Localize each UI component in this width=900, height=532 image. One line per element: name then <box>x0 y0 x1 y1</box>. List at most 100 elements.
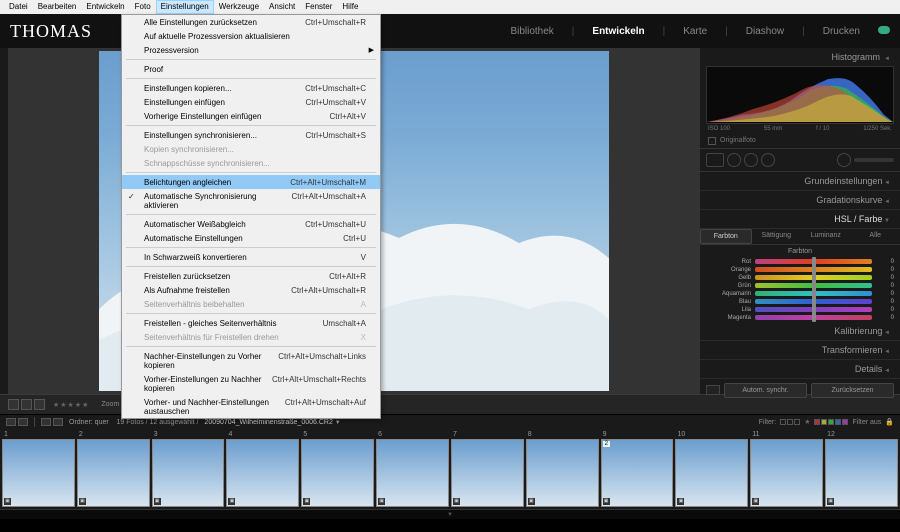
thumbnail-image[interactable]: ▣ <box>526 439 599 507</box>
filmstrip[interactable]: 1▣2▣3▣4▣5▣6▣7▣8▣9▣210▣11▣12▣ <box>0 429 900 509</box>
thumbnail-slot[interactable]: 10▣ <box>675 431 748 507</box>
thumbnail-image[interactable]: ▣ <box>825 439 898 507</box>
filter-lock-icon[interactable]: 🔒 <box>885 418 894 426</box>
hue-slider[interactable] <box>755 299 872 304</box>
thumbnail-slot[interactable]: 5▣ <box>301 431 374 507</box>
hsl-tab-sättigung[interactable]: Sättigung <box>752 229 802 244</box>
sync-switch-icon[interactable] <box>706 385 720 395</box>
menu-item[interactable]: Automatische EinstellungenCtrl+U <box>122 231 380 245</box>
thumbnail-slot[interactable]: 9▣2 <box>601 431 674 507</box>
color-filter-green[interactable] <box>828 419 834 425</box>
menu-einstellungen[interactable]: Einstellungen <box>156 0 214 14</box>
panel-basic[interactable]: Grundeinstellungen <box>700 172 900 191</box>
thumbnail-slot[interactable]: 11▣ <box>750 431 823 507</box>
redeye-tool-icon[interactable] <box>744 153 758 167</box>
hue-value[interactable]: 0 <box>876 307 894 313</box>
hue-slider[interactable] <box>755 259 872 264</box>
reset-button[interactable]: Zurücksetzen <box>811 383 894 398</box>
menu-item[interactable]: Einstellungen kopieren...Ctrl+Umschalt+C <box>122 81 380 95</box>
menu-fenster[interactable]: Fenster <box>300 0 337 14</box>
hue-value[interactable]: 0 <box>876 315 894 321</box>
before-after-icon[interactable] <box>21 399 32 410</box>
left-panel-collapsed[interactable] <box>0 48 8 394</box>
thumbnail-image[interactable]: ▣ <box>451 439 524 507</box>
module-entwickeln[interactable]: Entwickeln <box>586 26 650 37</box>
second-window-icon[interactable] <box>6 418 16 426</box>
hsl-tab-farbton[interactable]: Farbton <box>700 229 752 244</box>
thumbnail-slot[interactable]: 12▣ <box>825 431 898 507</box>
menu-bearbeiten[interactable]: Bearbeiten <box>33 0 82 14</box>
menu-item[interactable]: Freistellen zurücksetzenCtrl+Alt+R <box>122 269 380 283</box>
auto-sync-button[interactable]: Autom. synchr. <box>724 383 807 398</box>
flag-filter-icon[interactable] <box>787 419 793 425</box>
hsl-tab-alle[interactable]: Alle <box>851 229 900 244</box>
menu-item[interactable]: Proof <box>122 62 380 76</box>
flag-filter-icon[interactable] <box>780 419 786 425</box>
hue-slider[interactable] <box>755 275 872 280</box>
menu-datei[interactable]: Datei <box>4 0 33 14</box>
mask-tool-icon[interactable] <box>761 153 775 167</box>
thumbnail-image[interactable]: ▣ <box>2 439 75 507</box>
compare-icon[interactable] <box>34 399 45 410</box>
module-diashow[interactable]: Diashow <box>740 26 790 37</box>
menu-foto[interactable]: Foto <box>130 0 156 14</box>
hue-value[interactable]: 0 <box>876 283 894 289</box>
hue-value[interactable]: 0 <box>876 267 894 273</box>
hue-slider[interactable] <box>755 267 872 272</box>
hue-value[interactable]: 0 <box>876 259 894 265</box>
menu-item[interactable]: ✓Automatische Synchronisierung aktiviere… <box>122 189 380 212</box>
color-filter-yellow[interactable] <box>821 419 827 425</box>
hue-value[interactable]: 0 <box>876 299 894 305</box>
nav-fwd-icon[interactable] <box>53 418 63 426</box>
module-karte[interactable]: Karte <box>677 26 713 37</box>
thumbnail-image[interactable]: ▣ <box>675 439 748 507</box>
menu-item[interactable]: Vorher-Einstellungen zu Nachher kopieren… <box>122 372 380 395</box>
loupe-view-icon[interactable] <box>8 399 19 410</box>
color-filter-blue[interactable] <box>835 419 841 425</box>
hue-slider[interactable] <box>755 283 872 288</box>
thumbnail-image[interactable]: ▣ <box>301 439 374 507</box>
filter-off-label[interactable]: Filter aus <box>852 419 881 426</box>
thumbnail-slot[interactable]: 2▣ <box>77 431 150 507</box>
thumbnail-slot[interactable]: 1▣ <box>2 431 75 507</box>
thumbnail-slot[interactable]: 3▣ <box>152 431 225 507</box>
menu-item[interactable]: In Schwarzweiß konvertierenV <box>122 250 380 264</box>
hsl-tab-luminanz[interactable]: Luminanz <box>801 229 851 244</box>
color-filter-purple[interactable] <box>842 419 848 425</box>
menu-item[interactable]: Einstellungen einfügenCtrl+Umschalt+V <box>122 95 380 109</box>
hue-value[interactable]: 0 <box>876 275 894 281</box>
menu-item[interactable]: Belichtungen angleichenCtrl+Alt+Umschalt… <box>122 175 380 189</box>
hue-slider[interactable] <box>755 291 872 296</box>
filmstrip-collapse-handle[interactable] <box>0 509 900 519</box>
menu-item[interactable]: Alle Einstellungen zurücksetzenCtrl+Umsc… <box>122 15 380 29</box>
spot-tool-icon[interactable] <box>727 153 741 167</box>
thumbnail-image[interactable]: ▣ <box>376 439 449 507</box>
color-filter-red[interactable] <box>814 419 820 425</box>
hue-slider[interactable] <box>755 307 872 312</box>
thumbnail-slot[interactable]: 8▣ <box>526 431 599 507</box>
thumbnail-image[interactable]: ▣ <box>152 439 225 507</box>
panel-tonecurve[interactable]: Gradationskurve <box>700 191 900 210</box>
histogram[interactable] <box>706 66 894 124</box>
menu-item[interactable]: Vorherige Einstellungen einfügenCtrl+Alt… <box>122 109 380 123</box>
menu-item[interactable]: Vorher- und Nachher-Einstellungen austau… <box>122 395 380 418</box>
hue-slider[interactable] <box>755 315 872 320</box>
menu-item[interactable]: Als Aufnahme freistellenCtrl+Alt+Umschal… <box>122 283 380 297</box>
crop-tool-icon[interactable] <box>706 153 724 167</box>
thumbnail-slot[interactable]: 7▣ <box>451 431 524 507</box>
grid-nav-icon[interactable] <box>18 418 28 426</box>
menu-hilfe[interactable]: Hilfe <box>337 0 363 14</box>
thumbnail-image[interactable]: ▣2 <box>601 439 674 507</box>
tool-slider[interactable] <box>854 158 894 162</box>
original-photo-row[interactable]: Originalfoto <box>700 134 900 148</box>
panel-transform[interactable]: Transformieren <box>700 341 900 360</box>
thumbnail-slot[interactable]: 4▣ <box>226 431 299 507</box>
module-bibliothek[interactable]: Bibliothek <box>504 26 559 37</box>
panel-hsl[interactable]: HSL / Farbe <box>700 210 900 229</box>
thumbnail-image[interactable]: ▣ <box>77 439 150 507</box>
panel-details[interactable]: Details <box>700 360 900 379</box>
module-drucken[interactable]: Drucken <box>817 26 866 37</box>
thumbnail-slot[interactable]: 6▣ <box>376 431 449 507</box>
menu-entwickeln[interactable]: Entwickeln <box>81 0 129 14</box>
hue-value[interactable]: 0 <box>876 291 894 297</box>
